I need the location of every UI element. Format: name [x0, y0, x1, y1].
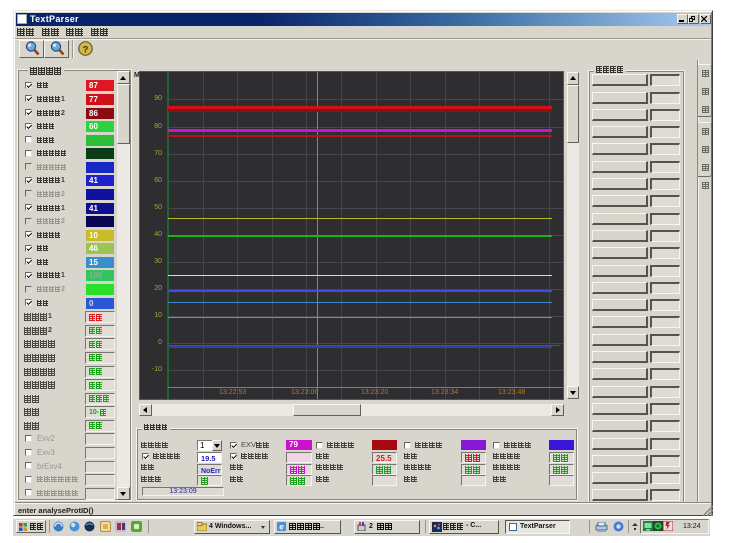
svg-text:e: e [279, 523, 284, 532]
svg-text:?: ? [83, 44, 89, 54]
